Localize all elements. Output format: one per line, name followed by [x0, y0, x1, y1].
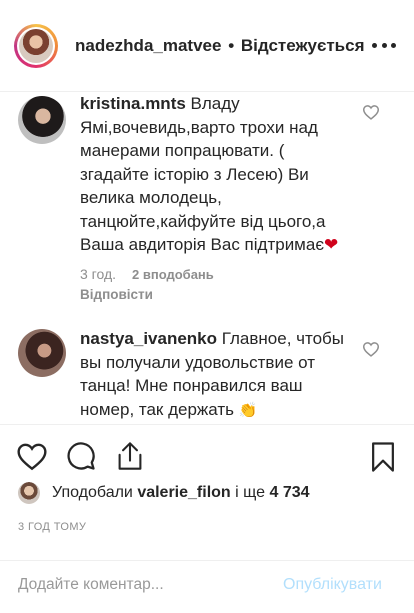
heart-emoji-icon: ❤ [324, 235, 339, 254]
comments-list: kristina.mnts Владу Ямі,вочевидь,варто т… [0, 92, 414, 424]
share-upload-icon[interactable] [116, 441, 144, 471]
bookmark-icon[interactable] [370, 441, 396, 473]
likes-prefix: Уподобали [52, 484, 133, 501]
heart-outline-icon[interactable] [362, 341, 380, 357]
liker-avatar [18, 482, 40, 504]
author-avatar-image [19, 29, 53, 63]
comment-text-block: nastya_ivanenko Главное, чтобы вы получа… [80, 327, 350, 422]
likes-middle: і ще [235, 484, 266, 501]
comment-bubble-icon[interactable] [66, 441, 96, 471]
comment-likes[interactable]: 2 вподобань [132, 267, 214, 282]
likes-count[interactable]: 4 734 [269, 484, 309, 501]
comment-input[interactable] [18, 572, 268, 598]
commenter-username[interactable]: kristina.mnts [80, 94, 186, 113]
author-avatar[interactable] [14, 24, 58, 68]
liker-username[interactable]: valerie_filon [137, 484, 230, 501]
likes-summary[interactable]: Уподобали valerie_filon і ще 4 734 [18, 481, 310, 505]
comment-meta: 3 год. 2 вподобань [80, 266, 214, 282]
commenter-username[interactable]: nastya_ivanenko [80, 329, 217, 348]
comment-text: Владу Ямі,вочевидь,варто трохи над манер… [80, 94, 326, 254]
commenter-avatar[interactable] [18, 96, 66, 144]
add-comment-bar: Опублікувати [0, 560, 414, 613]
post-header: nadezhda_matvee • Відстежується [0, 0, 414, 92]
clap-emoji-icon: 👏 [238, 401, 258, 419]
post-comment-button[interactable]: Опублікувати [283, 576, 382, 594]
header-separator: • [228, 36, 235, 55]
header-title: nadezhda_matvee • Відстежується [75, 36, 365, 56]
comment-text-block: kristina.mnts Владу Ямі,вочевидь,варто т… [80, 92, 350, 257]
reply-button[interactable]: Відповісти [80, 287, 153, 302]
comment-time: 3 год. [80, 266, 117, 282]
post-timestamp: 3 ГОД ТОМУ [18, 521, 87, 533]
author-username[interactable]: nadezhda_matvee [75, 36, 221, 55]
commenter-avatar[interactable] [18, 329, 66, 377]
more-horizontal-icon[interactable] [372, 43, 396, 49]
heart-outline-icon[interactable] [16, 441, 48, 471]
follow-status[interactable]: Відстежується [241, 36, 365, 55]
heart-outline-icon[interactable] [362, 104, 380, 120]
